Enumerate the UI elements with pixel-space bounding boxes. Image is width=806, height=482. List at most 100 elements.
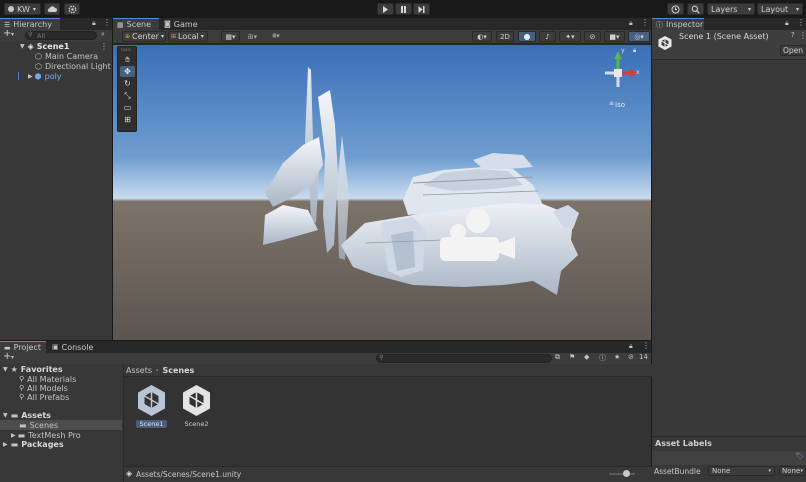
hidden-packages-icon[interactable]: ⊘ [628,353,634,361]
scale-tool-button[interactable]: ⤡ [120,90,135,101]
rect-tool-button[interactable]: ▭ [120,102,135,113]
kebab-menu-icon[interactable]: ⋮ [100,42,108,51]
help-icon[interactable]: ? [791,31,795,39]
asset-variant-dropdown[interactable]: None ▾ [779,466,806,476]
tab-project-label: Project [13,343,41,352]
history-button[interactable] [667,3,684,15]
tab-console-label: Console [61,342,94,352]
step-button[interactable] [413,3,430,15]
layout-dropdown[interactable]: Layout ▾ [757,3,803,15]
list-item-label: Directional Light [44,61,111,71]
search-by-label-icon[interactable]: ⚑ [569,353,575,361]
space-dropdown[interactable]: ⊞ Local ▾ [168,31,208,42]
lock-icon[interactable]: 🔒︎ [629,19,633,28]
lock-icon[interactable]: 🔒︎ [92,19,96,28]
iso-label[interactable]: Iso [615,101,625,109]
list-item[interactable]: ⚲ All Prefabs [0,392,122,402]
scene-viewport[interactable]: tools ✋︎ ✥ ↻ ⤡ ▭ ⊞ y x Iso ≡ 🔒︎ [113,45,651,340]
pause-button[interactable] [395,3,412,15]
2d-toggle-button[interactable]: 2D [496,31,514,42]
list-item[interactable]: ⬡ Main Camera [0,51,112,61]
hand-tool-button[interactable]: ✋︎ [120,54,135,65]
project-tree: ▼ ★ Favorites ⚲ All Materials ⚲ All Mode… [0,364,122,482]
asset-variant-value: None [782,467,801,475]
project-search-input[interactable]: ⚲ [376,354,552,363]
tab-game[interactable]: ◙ Game [160,18,200,30]
lock-icon[interactable]: 🔒︎ [629,342,633,351]
gizmo-lock-icon[interactable]: 🔒︎ [633,47,636,55]
asset-tile[interactable]: Scene2 [181,384,212,432]
package-icon[interactable]: ◆ [584,353,589,361]
increment-snap-button[interactable]: ⩩▾ [265,31,287,42]
unity-scene-icon: ◈ [27,41,34,51]
hierarchy-search-input[interactable]: ⚲ All [25,31,97,40]
kebab-menu-icon[interactable]: ⋮ [642,341,650,350]
transform-tool-button[interactable]: ⊞ [120,114,135,125]
star-icon: ★ [10,364,18,374]
gizmos-dropdown[interactable]: ◎▾ [628,31,650,42]
lighting-toggle-button[interactable] [518,31,536,42]
layers-dropdown[interactable]: Layers ▾ [707,3,755,15]
audio-toggle-button[interactable]: ♪ [539,31,556,42]
move-tool-button[interactable]: ✥ [120,66,135,77]
search-placeholder: All [37,32,46,40]
info-icon[interactable]: ⓘ [599,353,606,363]
hierarchy-scene-row[interactable]: ▼ ◈ Scene1 ⋮ [0,41,112,51]
asset-tile[interactable]: Scene1 [136,384,167,432]
list-item[interactable]: ⬡ Directional Light [0,61,112,71]
star-icon[interactable]: ★ [614,353,620,361]
search-by-type-icon[interactable]: ⧉ [555,353,560,362]
account-dropdown[interactable]: KW ▾ [4,3,41,15]
play-icon [383,5,388,13]
icon-size-slider[interactable] [609,470,635,477]
draw-mode-button[interactable]: ◐▾ [472,31,492,42]
slider-handle[interactable] [623,470,630,477]
kebab-menu-icon[interactable]: ⋮ [641,18,649,27]
breadcrumb-scenes[interactable]: Scenes [162,366,194,375]
packages-row[interactable]: ▶ ▬ Packages [0,439,122,449]
hidden-objects-button[interactable]: ⊘ [584,31,601,42]
open-button[interactable]: Open [780,45,806,56]
list-item[interactable]: ▶ ⬢ poly [0,71,112,81]
axis-x-label: x [636,69,640,76]
effects-dropdown[interactable]: ✦▾ [559,31,581,42]
packages-label: Packages [21,439,64,449]
chevron-down-icon: ▾ [32,5,36,13]
tag-icon[interactable]: 🏷︎ [795,452,804,460]
asset-bundle-dropdown[interactable]: None ▾ [708,466,775,476]
breadcrumb-assets[interactable]: Assets [126,366,152,375]
rotate-tool-button[interactable]: ↻ [120,78,135,89]
play-button[interactable] [377,3,394,15]
search-button[interactable] [687,3,704,15]
account-label: KW [17,4,30,14]
list-item-label: All Prefabs [27,392,70,402]
grid-toggle-button[interactable]: ⊞▾ [243,31,262,42]
search-filter-icon[interactable]: ⌕ [101,30,105,39]
kebab-menu-icon[interactable]: ⋮ [797,18,805,27]
console-icon: ▣ [52,343,59,351]
kebab-menu-icon[interactable]: ⋮ [799,31,806,40]
camera-settings-dropdown[interactable]: ■▾ [604,31,625,42]
inspector-tabbar: ⓘ Inspector 🔒︎ ⋮ [652,18,806,30]
asset-bundle-value: None [712,467,731,475]
tab-console[interactable]: ▣ Console [48,341,94,353]
chevron-down-icon: ▾ [747,5,751,13]
project-toolbar: + ▾ ⚲ ⧉ ⚑ ◆ ⓘ ★ ⊘ 14 [0,351,651,364]
orientation-gizmo[interactable]: y x Iso ≡ [593,47,645,115]
chevron-down-icon: ▾ [11,354,15,361]
hidden-count: 14 [639,353,648,361]
cloud-button[interactable] [44,3,60,15]
list-item[interactable]: ▬ Scenes [0,420,122,430]
kebab-menu-icon[interactable]: ⋮ [103,18,111,27]
inspector-title: Scene 1 (Scene Asset) [679,32,769,41]
search-icon: ⚲ [19,375,25,383]
assets-row[interactable]: ▼ ▬ Assets [0,410,122,420]
collab-button[interactable] [64,3,80,15]
favorites-row[interactable]: ▼ ★ Favorites [0,364,122,374]
tab-inspector[interactable]: ⓘ Inspector [652,18,704,30]
tab-scene[interactable]: ▦ Scene [113,18,159,30]
prefab-cube-icon: ⬢ [34,71,42,81]
lock-icon[interactable]: 🔒︎ [785,19,789,28]
pivot-dropdown[interactable]: ⊕ Center ▾ [122,31,166,42]
grid-snap-button[interactable]: ▦▾ [221,31,240,42]
